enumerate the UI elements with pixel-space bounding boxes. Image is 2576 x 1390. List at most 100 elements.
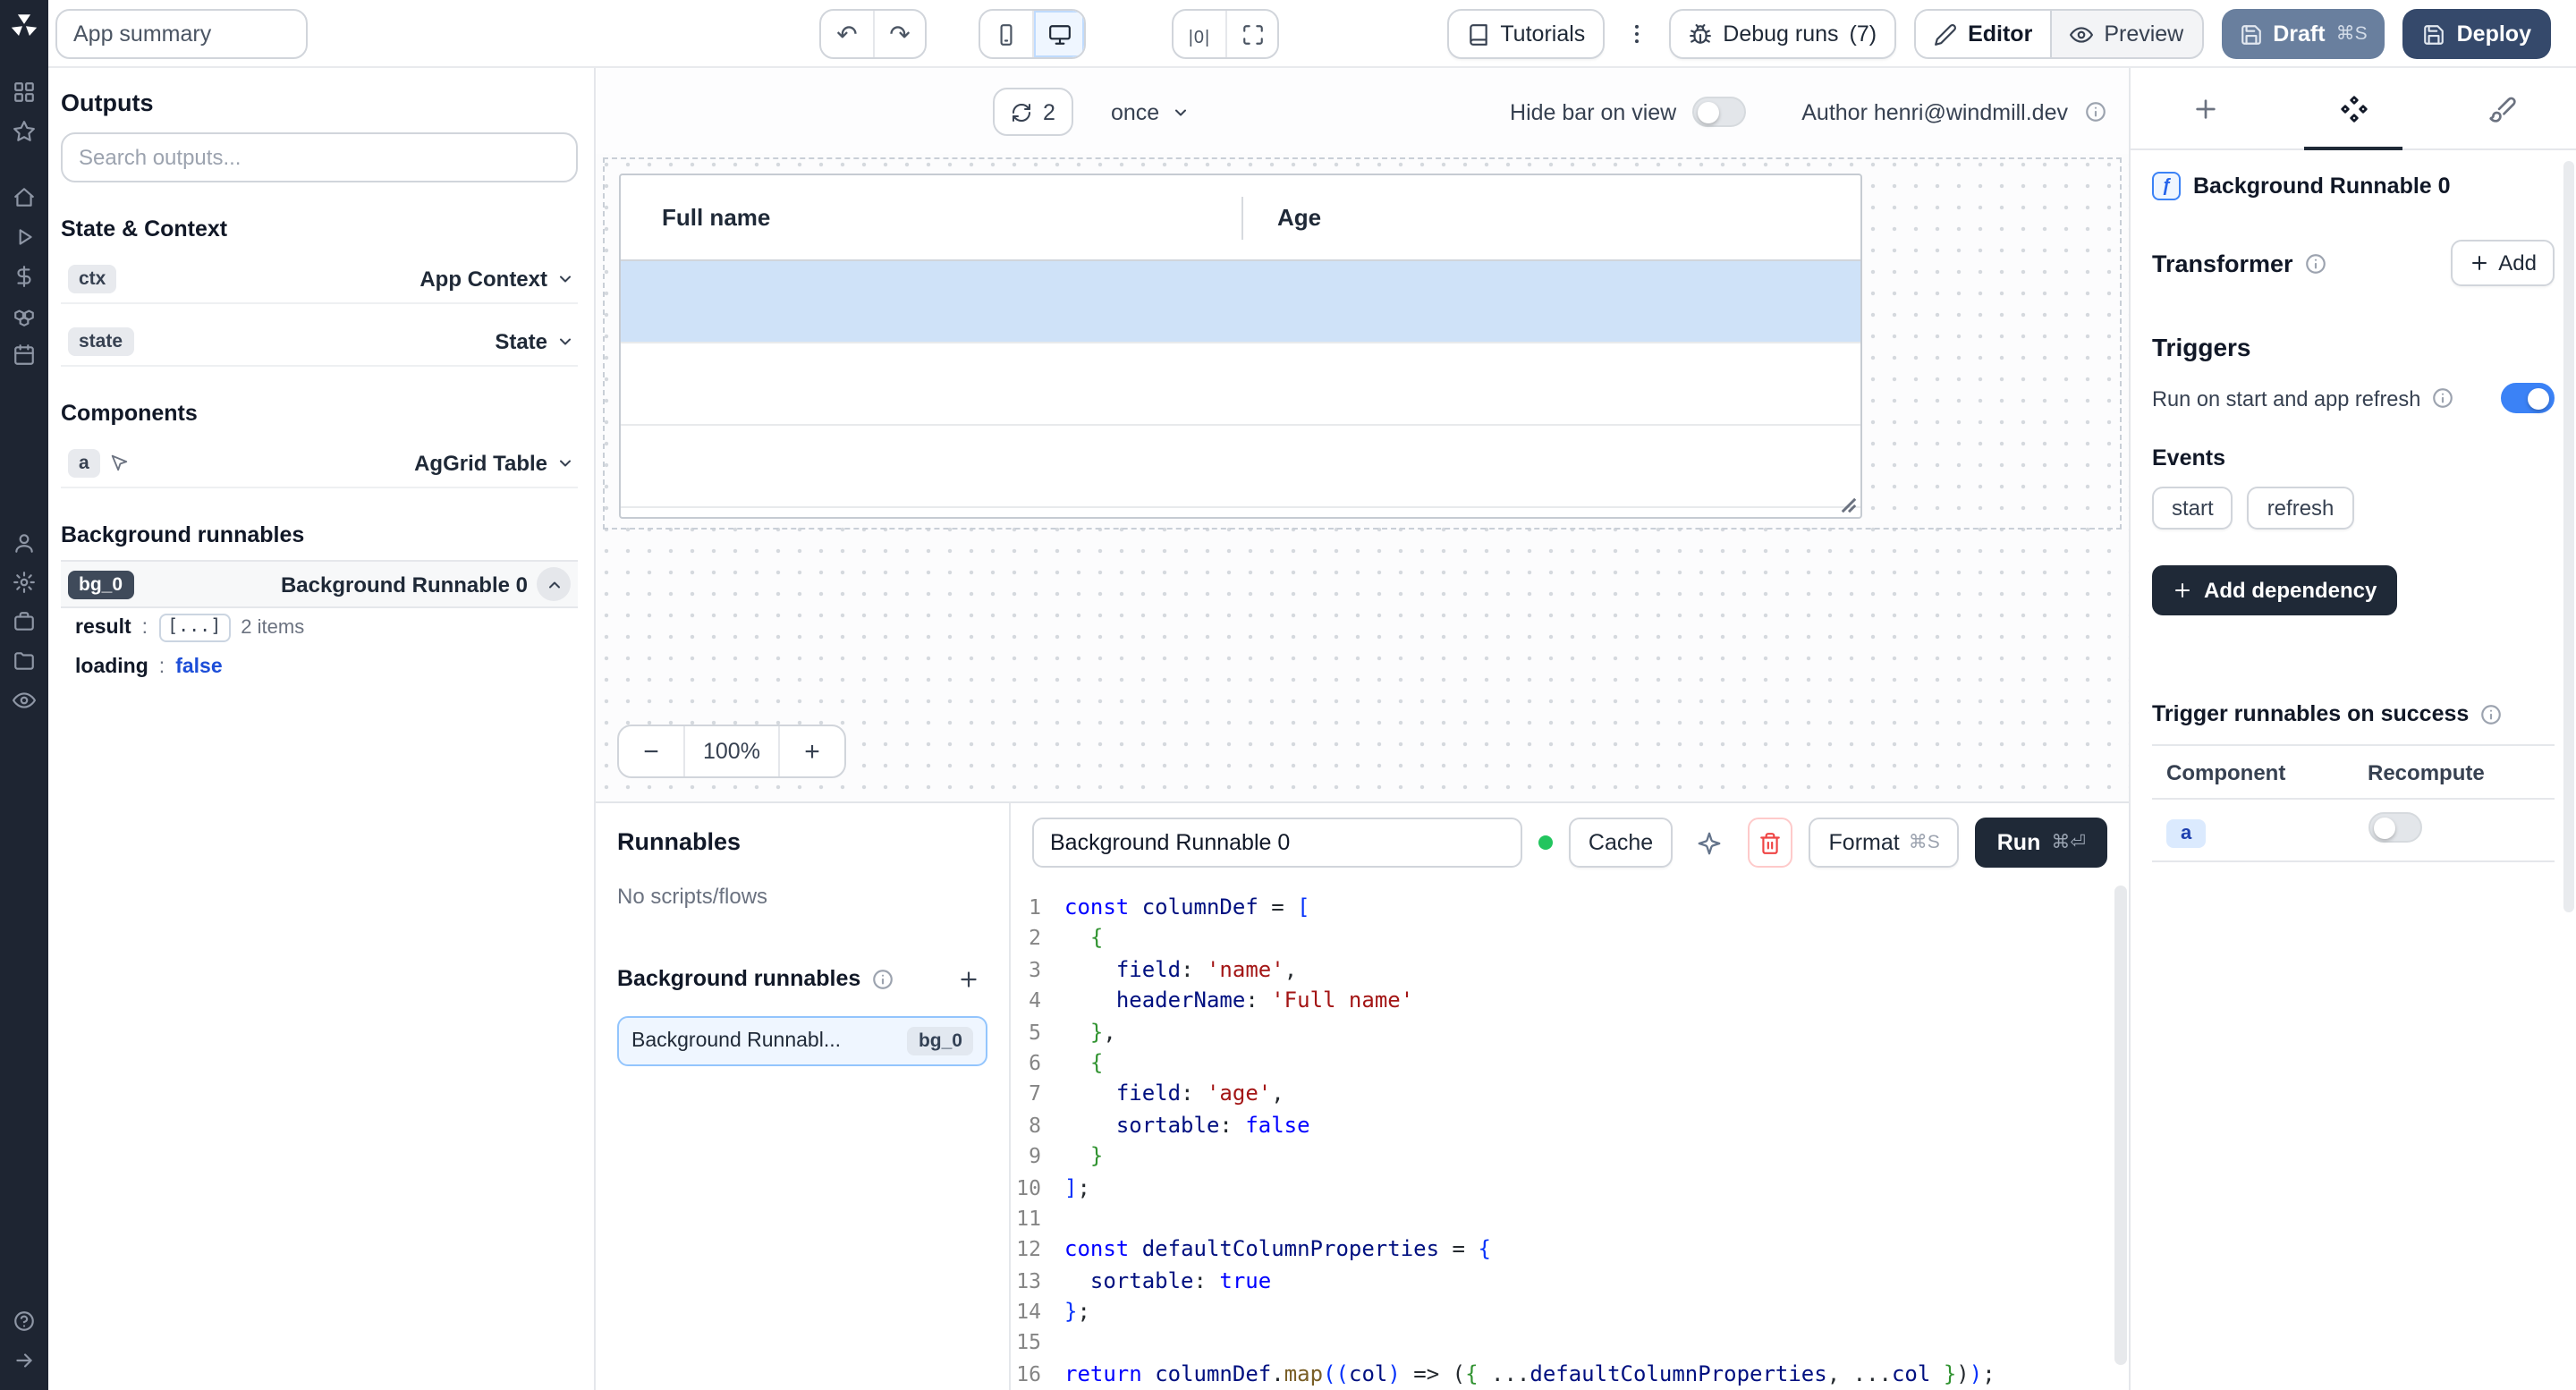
redo-button[interactable] bbox=[873, 11, 925, 57]
center-canvas-button[interactable] bbox=[1174, 11, 1225, 57]
code-line[interactable]: 9 } bbox=[1011, 1141, 2129, 1173]
column-header-age[interactable]: Age bbox=[1241, 175, 1321, 259]
add-background-runnable-button[interactable] bbox=[948, 959, 987, 998]
calendar-icon[interactable] bbox=[13, 343, 36, 367]
table-row[interactable] bbox=[621, 343, 1860, 426]
boxes-icon[interactable] bbox=[13, 304, 36, 327]
hand-pointer-icon[interactable] bbox=[100, 453, 129, 472]
user-icon[interactable] bbox=[13, 531, 36, 555]
play-icon[interactable] bbox=[13, 225, 36, 249]
folder-icon[interactable] bbox=[13, 649, 36, 673]
code-line[interactable]: 16return columnDef.map((col) => ({ ...de… bbox=[1011, 1360, 2129, 1390]
gear-icon[interactable] bbox=[13, 571, 36, 594]
info-icon[interactable] bbox=[871, 967, 894, 990]
result-expand-chip[interactable]: [...] bbox=[158, 614, 230, 642]
column-header-full-name[interactable]: Full name bbox=[621, 175, 1241, 259]
code-line[interactable]: 8 sortable: false bbox=[1011, 1110, 2129, 1141]
info-icon[interactable] bbox=[2431, 386, 2454, 410]
resize-handle[interactable] bbox=[1841, 497, 1857, 513]
star-icon[interactable] bbox=[13, 120, 36, 143]
code-line[interactable]: 4 headerName: 'Full name' bbox=[1011, 986, 2129, 1017]
windmill-logo[interactable] bbox=[9, 11, 39, 41]
code-line[interactable]: 10]; bbox=[1011, 1173, 2129, 1204]
code-line[interactable]: 6 { bbox=[1011, 1048, 2129, 1080]
sidebar-icons-top bbox=[13, 81, 36, 143]
canvas-grid-area[interactable]: Full name Age bbox=[603, 157, 2122, 530]
code-line[interactable]: 7 field: 'age', bbox=[1011, 1080, 2129, 1111]
code-line[interactable]: 15 bbox=[1011, 1328, 2129, 1360]
undo-button[interactable] bbox=[821, 11, 873, 57]
add-dependency-button[interactable]: Add dependency bbox=[2152, 565, 2396, 615]
code-line[interactable]: 2 { bbox=[1011, 924, 2129, 955]
code-line[interactable]: 3 field: 'name', bbox=[1011, 955, 2129, 987]
deploy-button[interactable]: Deploy bbox=[2403, 9, 2551, 59]
output-row-ctx[interactable]: ctx App Context bbox=[61, 254, 578, 304]
info-icon[interactable] bbox=[2479, 702, 2503, 725]
arrow-right-icon[interactable] bbox=[13, 1349, 36, 1372]
tab-component-settings[interactable] bbox=[2279, 68, 2428, 148]
code-lines[interactable]: 1const columnDef = [2 {3 field: 'name',4… bbox=[1011, 882, 2129, 1390]
info-icon[interactable] bbox=[2304, 251, 2327, 275]
aggrid-header: Full name Age bbox=[621, 175, 1860, 261]
grid-icon[interactable] bbox=[13, 81, 36, 104]
ai-assistant-button[interactable] bbox=[1689, 819, 1731, 866]
chevron-down-icon[interactable] bbox=[556, 269, 574, 287]
refresh-count-button[interactable]: 2 bbox=[993, 88, 1073, 136]
output-row-component-a[interactable]: a AgGrid Table bbox=[61, 438, 578, 488]
app-canvas[interactable]: 2 once Hide bar on view Author henri@win… bbox=[596, 68, 2129, 801]
fullscreen-button[interactable] bbox=[1225, 11, 1277, 57]
collapse-button[interactable] bbox=[537, 567, 571, 601]
code-line[interactable]: 5 }, bbox=[1011, 1017, 2129, 1048]
output-row-state[interactable]: state State bbox=[61, 317, 578, 367]
code-line[interactable]: 13 sortable: true bbox=[1011, 1266, 2129, 1297]
app-summary-input[interactable] bbox=[55, 9, 308, 59]
debug-runs-button[interactable]: Debug runs (7) bbox=[1669, 9, 1896, 59]
schedule-select[interactable]: once bbox=[1097, 88, 1204, 136]
format-button[interactable]: Format ⌘S bbox=[1809, 818, 1960, 868]
event-chip-refresh[interactable]: refresh bbox=[2248, 487, 2354, 530]
info-icon[interactable] bbox=[2084, 100, 2107, 123]
tab-insert-component[interactable] bbox=[2131, 68, 2279, 148]
editor-tab[interactable]: Editor bbox=[1916, 11, 2052, 57]
mobile-view-button[interactable] bbox=[980, 11, 1032, 57]
table-row[interactable] bbox=[621, 426, 1860, 508]
zoom-out-button[interactable]: − bbox=[619, 726, 683, 776]
event-chip-start[interactable]: start bbox=[2152, 487, 2233, 530]
search-outputs-input[interactable] bbox=[61, 132, 578, 182]
hide-bar-toggle[interactable] bbox=[1692, 97, 1746, 127]
recompute-toggle[interactable] bbox=[2368, 812, 2421, 843]
preview-tab[interactable]: Preview bbox=[2052, 11, 2201, 57]
run-button[interactable]: Run ⌘⏎ bbox=[1976, 818, 2107, 868]
tutorials-button[interactable]: Tutorials bbox=[1446, 9, 1605, 59]
code-line[interactable]: 11 bbox=[1011, 1204, 2129, 1235]
code-line[interactable]: 14}; bbox=[1011, 1297, 2129, 1328]
desktop-view-button[interactable] bbox=[1032, 11, 1084, 57]
table-row[interactable] bbox=[621, 261, 1860, 343]
output-row-bg0[interactable]: bg_0 Background Runnable 0 bbox=[61, 560, 578, 608]
aggrid-table-component[interactable]: Full name Age bbox=[619, 174, 1862, 519]
help-icon[interactable] bbox=[13, 1309, 36, 1333]
code-line[interactable]: 12const defaultColumnProperties = { bbox=[1011, 1235, 2129, 1267]
chevron-down-icon[interactable] bbox=[556, 332, 574, 350]
code-line[interactable]: 1const columnDef = [ bbox=[1011, 893, 2129, 924]
right-panel-scrollbar[interactable] bbox=[2563, 161, 2574, 912]
code-scrollbar[interactable] bbox=[2114, 886, 2127, 1365]
tab-styling[interactable] bbox=[2428, 68, 2576, 148]
home-icon[interactable] bbox=[13, 186, 36, 209]
add-transformer-button[interactable]: Add bbox=[2450, 240, 2555, 286]
runnable-name-input[interactable] bbox=[1032, 818, 1522, 868]
result-row[interactable]: result : [...] 2 items bbox=[61, 608, 578, 648]
loading-row[interactable]: loading : false bbox=[61, 648, 578, 687]
eye-icon[interactable] bbox=[13, 689, 36, 712]
component-a-chip[interactable]: a bbox=[2166, 818, 2206, 847]
chevron-down-icon[interactable] bbox=[556, 453, 574, 471]
runnable-item-bg0[interactable]: Background Runnabl... bg_0 bbox=[617, 1016, 987, 1066]
draft-button[interactable]: Draft ⌘S bbox=[2221, 9, 2385, 59]
zoom-in-button[interactable]: + bbox=[780, 726, 844, 776]
toolbox-icon[interactable] bbox=[13, 610, 36, 633]
cache-button[interactable]: Cache bbox=[1569, 818, 1673, 868]
delete-runnable-button[interactable] bbox=[1747, 818, 1792, 868]
more-menu-button[interactable] bbox=[1623, 21, 1651, 47]
dollar-icon[interactable] bbox=[13, 265, 36, 288]
run-on-start-toggle[interactable] bbox=[2501, 383, 2555, 413]
